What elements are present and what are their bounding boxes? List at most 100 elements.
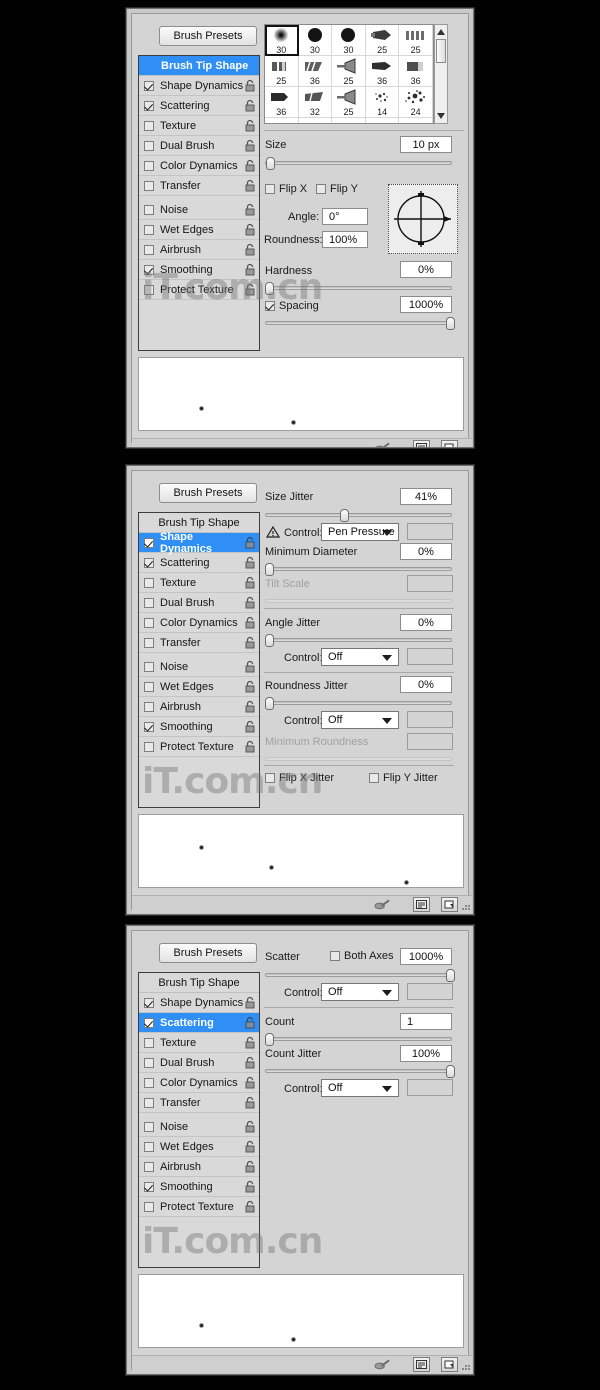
lock-icon[interactable] [244,179,256,192]
angle-jitter-control-extra[interactable] [407,648,453,665]
flip-y-jitter-checkbox[interactable]: Flip Y Jitter [369,772,438,784]
option-row-dual-brush[interactable]: Dual Brush [139,593,259,613]
scrollbar-thumb[interactable] [436,39,446,63]
option-row-texture[interactable]: Texture [139,1033,259,1053]
flip-x-jitter-checkbox[interactable]: Flip X Jitter [265,772,334,784]
option-row-airbrush[interactable]: Airbrush [139,240,259,260]
option-checkbox-texture[interactable] [144,1037,154,1048]
brush-tip-cell[interactable]: 14 [365,87,400,118]
lock-icon[interactable] [244,576,256,589]
option-row-transfer[interactable]: Transfer [139,633,259,653]
roundness-value[interactable]: 100% [322,231,368,248]
flip-x-checkbox[interactable]: Flip X [265,183,307,195]
brush-preview-toggle-icon-1[interactable] [374,440,391,447]
resize-grip-2[interactable] [462,904,470,912]
option-row-airbrush[interactable]: Airbrush [139,1157,259,1177]
delete-brush-icon-1[interactable] [441,440,458,447]
size-jitter-knob[interactable] [340,509,349,522]
lock-icon[interactable] [244,556,256,569]
option-checkbox-scattering[interactable] [144,1017,154,1028]
brush-tip-cell[interactable] [265,118,299,123]
option-checkbox-dual-brush[interactable] [144,597,154,608]
scroll-down-arrow-icon[interactable] [437,113,445,119]
flip-y-jitter-box[interactable] [369,773,379,783]
size-jitter-control-dropdown[interactable]: Pen Pressure [321,523,399,541]
option-row-scattering[interactable]: Scattering [139,1013,259,1033]
lock-icon[interactable] [244,243,256,256]
both-axes-box[interactable] [330,951,340,961]
hardness-slider-knob[interactable] [265,282,274,295]
option-row-dual-brush[interactable]: Dual Brush [139,136,259,156]
angle-value[interactable]: 0° [322,208,368,225]
option-row-scattering[interactable]: Scattering [139,96,259,116]
count-knob[interactable] [265,1033,274,1046]
lock-icon[interactable] [244,79,256,92]
option-row-dual-brush[interactable]: Dual Brush [139,1053,259,1073]
lock-icon[interactable] [244,1096,256,1109]
hardness-slider[interactable] [265,282,452,295]
scroll-up-arrow-icon[interactable] [437,29,445,35]
option-checkbox-protect-texture[interactable] [144,284,154,295]
option-row-smoothing[interactable]: Smoothing [139,1177,259,1197]
option-checkbox-smoothing[interactable] [144,1181,154,1192]
option-checkbox-airbrush[interactable] [144,701,154,712]
lock-icon[interactable] [244,1076,256,1089]
size-value[interactable]: 10 px [400,136,452,153]
scatter-value[interactable]: 1000% [400,948,452,965]
lock-icon[interactable] [244,1036,256,1049]
option-row-shape-dynamics[interactable]: Shape Dynamics [139,531,259,555]
brush-tip-grid[interactable]: 30 30 30 25 25 25 36 25 36 36 36 32 25 14 24 [264,24,434,124]
brush-presets-button-1[interactable]: Brush Presets [159,26,257,46]
option-checkbox-scattering[interactable] [144,100,154,111]
option-checkbox-noise[interactable] [144,204,154,215]
lock-icon[interactable] [244,263,256,276]
option-row-color-dynamics[interactable]: Color Dynamics [139,156,259,176]
angle-roundness-dial[interactable] [388,184,458,254]
lock-icon[interactable] [244,1016,256,1029]
angle-jitter-control-dropdown[interactable]: Off [321,648,399,666]
brush-tip-cell[interactable]: 36 [265,87,299,118]
delete-brush-icon-3[interactable] [441,1357,458,1372]
option-brush-tip-shape-1[interactable]: Brush Tip Shape [139,56,259,76]
brush-tip-cell[interactable]: 30 [298,25,333,56]
option-checkbox-airbrush[interactable] [144,244,154,255]
option-checkbox-noise[interactable] [144,661,154,672]
option-checkbox-transfer[interactable] [144,637,154,648]
lock-icon[interactable] [244,720,256,733]
roundness-jitter-slider[interactable] [265,697,452,710]
brush-tip-cell[interactable]: 25 [399,25,433,56]
roundness-jitter-knob[interactable] [265,697,274,710]
spacing-box[interactable] [265,301,275,311]
option-row-scattering[interactable]: Scattering [139,553,259,573]
option-checkbox-wet-edges[interactable] [144,224,154,235]
option-checkbox-transfer[interactable] [144,180,154,191]
option-checkbox-transfer[interactable] [144,1097,154,1108]
option-checkbox-protect-texture[interactable] [144,741,154,752]
brush-tip-cell[interactable]: 36 [298,56,333,87]
option-checkbox-texture[interactable] [144,577,154,588]
size-slider[interactable] [265,157,452,170]
lock-icon[interactable] [244,536,256,549]
minimum-diameter-value[interactable]: 0% [400,543,452,560]
spacing-value[interactable]: 1000% [400,296,452,313]
lock-icon[interactable] [244,119,256,132]
both-axes-checkbox[interactable]: Both Axes [330,950,394,962]
option-row-shape-dynamics[interactable]: Shape Dynamics [139,76,259,96]
option-checkbox-smoothing[interactable] [144,264,154,275]
count-jitter-knob[interactable] [446,1065,455,1078]
lock-icon[interactable] [244,1180,256,1193]
size-jitter-slider[interactable] [265,509,452,522]
scatter-control-extra[interactable] [407,983,453,1000]
option-row-noise[interactable]: Noise [139,657,259,677]
option-checkbox-protect-texture[interactable] [144,1201,154,1212]
option-brush-tip-shape-3[interactable]: Brush Tip Shape [139,973,259,993]
lock-icon[interactable] [244,1160,256,1173]
brush-preview-toggle-icon-2[interactable] [374,897,391,912]
lock-icon[interactable] [244,283,256,296]
brush-tip-cell[interactable]: 25 [332,87,366,118]
brush-tip-cell[interactable]: 30 [265,25,299,56]
brush-tip-cell[interactable]: 32 [298,87,333,118]
lock-icon[interactable] [244,660,256,673]
lock-icon[interactable] [244,996,256,1009]
option-checkbox-dual-brush[interactable] [144,140,154,151]
